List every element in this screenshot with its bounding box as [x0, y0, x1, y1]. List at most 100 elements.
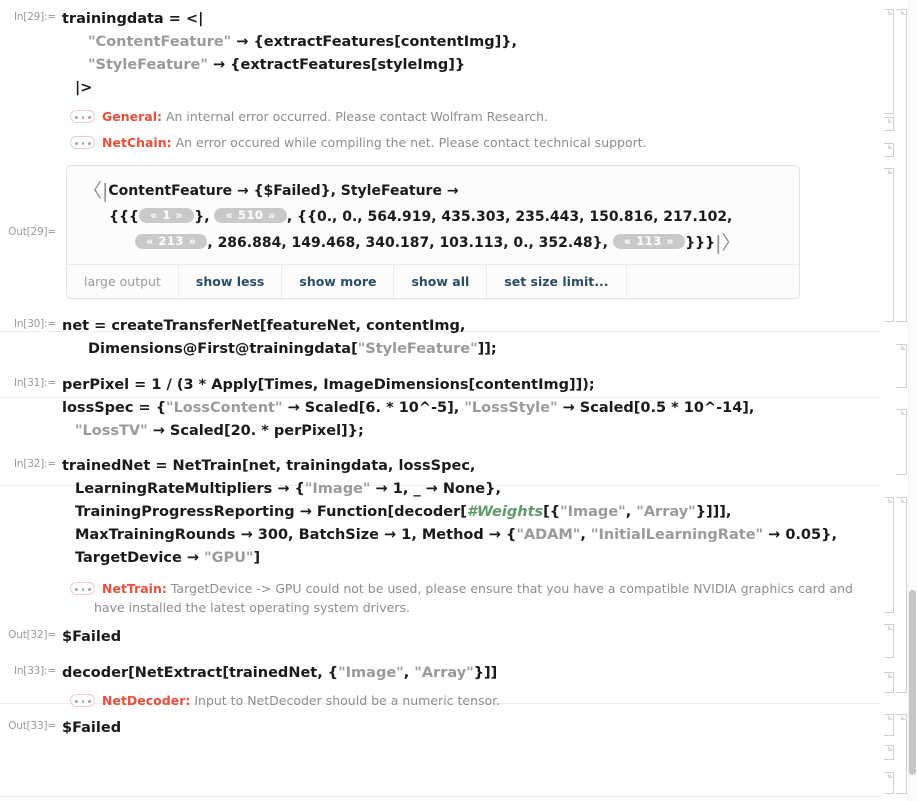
- code-line: net = createTransferNet[featureNet, cont…: [62, 318, 466, 334]
- code-frag: }]]],: [695, 504, 732, 520]
- slot-token: #Weights: [466, 504, 544, 520]
- cell-bracket-out33[interactable]: [884, 772, 894, 794]
- message-text: NetChain: An error occured while compili…: [102, 133, 917, 152]
- cell-bracket-out29[interactable]: [884, 168, 894, 322]
- output-value: $Failed: [62, 629, 122, 645]
- notebook-canvas: In[29]:= trainingdata = <| "ContentFeatu…: [0, 0, 917, 801]
- expr-line-3: « 213 », 286.884, 149.468, 340.187, 103.…: [83, 232, 741, 254]
- vertical-scrollbar[interactable]: [908, 0, 917, 801]
- code-frag: Dimensions@First@trainingdata[: [88, 341, 358, 357]
- code-frag: → Scaled[20. * perPixel]};: [147, 423, 364, 439]
- code-frag: → {extractFeatures[contentImg]},: [231, 34, 518, 50]
- cell-message-nettrain[interactable]: NetTrain: TargetDevice -> GPU could not …: [0, 579, 917, 617]
- message-name: General:: [102, 109, 162, 124]
- expr-frag: , 286.884, 149.468, 340.187, 103.113, 0.…: [207, 235, 613, 251]
- string-literal: "Array": [636, 504, 696, 520]
- cell-in29[interactable]: In[29]:= trainingdata = <| "ContentFeatu…: [0, 8, 917, 100]
- message-detail: Input to NetDecoder should be a numeric …: [194, 693, 501, 708]
- message-row: NetDecoder: Input to NetDecoder should b…: [62, 691, 917, 710]
- string-literal: "LossContent": [166, 400, 283, 416]
- message-dots-icon[interactable]: [70, 694, 95, 707]
- code-frag: [{: [543, 504, 561, 520]
- code-frag: LearningRateMultipliers → {: [75, 481, 305, 497]
- cell-bracket-in31[interactable]: [896, 409, 907, 475]
- cell-message-general[interactable]: General: An internal error occurred. Ple…: [0, 107, 917, 126]
- cell-out33-body[interactable]: $Failed: [62, 717, 917, 740]
- cell-in33-body[interactable]: decoder[NetExtract[trainedNet, {"Image",…: [62, 662, 917, 685]
- code-line: decoder[NetExtract[trainedNet, {"Image",…: [62, 662, 917, 685]
- message-name: NetDecoder:: [102, 693, 191, 708]
- show-less-button[interactable]: show less: [179, 265, 283, 298]
- cell-in33[interactable]: In[33]:= decoder[NetExtract[trainedNet, …: [0, 662, 917, 685]
- cell-message-netdecoder[interactable]: NetDecoder: Input to NetDecoder should b…: [0, 691, 917, 710]
- string-literal: "InitialLearningRate": [590, 527, 764, 543]
- show-more-button[interactable]: show more: [282, 265, 395, 298]
- code-frag: ]];: [477, 341, 497, 357]
- cell-bracket-in30[interactable]: [896, 344, 907, 388]
- cell-in32-body[interactable]: trainedNet = NetTrain[net, trainingdata,…: [62, 455, 917, 570]
- code-frag: → 1, _ → None},: [370, 481, 501, 497]
- cell-label-in29: In[29]:=: [13, 11, 56, 23]
- code-frag: ,: [580, 527, 591, 543]
- cell-bracket-message-nettrain[interactable]: [884, 624, 894, 658]
- show-all-button[interactable]: show all: [394, 265, 488, 298]
- cell-out32[interactable]: Out[32]= $Failed: [0, 626, 917, 649]
- elision-pill[interactable]: « 510 »: [214, 208, 287, 223]
- message-dots-icon[interactable]: [70, 136, 95, 149]
- cell-bracket-out32[interactable]: [884, 672, 894, 693]
- cell-in30[interactable]: In[30]:= net = createTransferNet[feature…: [0, 315, 917, 361]
- code-frag: MaxTrainingRounds → 300, BatchSize → 1, …: [75, 527, 517, 543]
- string-literal: "GPU": [204, 550, 254, 566]
- cell-label-in31: In[31]:=: [13, 377, 56, 389]
- code-frag: decoder[NetExtract[trainedNet, {: [62, 665, 339, 681]
- cell-out29[interactable]: Out[29]= 〈|ContentFeature → {$Failed}, S…: [0, 161, 917, 299]
- cell-label-out29: Out[29]=: [8, 226, 56, 238]
- cell-out29-body[interactable]: 〈|ContentFeature → {$Failed}, StyleFeatu…: [62, 161, 917, 299]
- cell-bracket-group-in29[interactable]: [896, 9, 907, 322]
- code-line: perPixel = 1 / (3 * Apply[Times, ImageDi…: [62, 377, 595, 393]
- scrollbar-thumb[interactable]: [909, 590, 916, 775]
- cell-bracket-message-netchain[interactable]: [884, 143, 894, 157]
- cell-divider: [0, 796, 880, 797]
- cell-in32[interactable]: In[32]:= trainedNet = NetTrain[net, trai…: [0, 455, 917, 570]
- code-line: "StyleFeature" → {extractFeatures[styleI…: [62, 54, 917, 77]
- cell-bracket-message-netdecoder[interactable]: [884, 745, 894, 760]
- code-line: TrainingProgressReporting → Function[dec…: [62, 501, 917, 524]
- message-name: NetTrain:: [102, 581, 167, 596]
- cell-in30-body[interactable]: net = createTransferNet[featureNet, cont…: [62, 315, 917, 361]
- cell-bracket-in32[interactable]: [884, 497, 894, 613]
- code-frag: lossSpec = {: [62, 400, 167, 416]
- string-literal: "Image": [560, 504, 626, 520]
- expr-frag: , {{0., 0., 564.919, 435.303, 235.443, 1…: [286, 209, 733, 225]
- expr-line-1: ContentFeature → {$Failed}, StyleFeature…: [108, 183, 459, 199]
- cell-bracket-group-in33[interactable]: [896, 714, 907, 794]
- cell-in31-body[interactable]: perPixel = 1 / (3 * Apply[Times, ImageDi…: [62, 374, 917, 443]
- message-netchain-body: NetChain: An error occured while compili…: [62, 133, 917, 152]
- cell-in29-body[interactable]: trainingdata = <| "ContentFeature" → {ex…: [62, 8, 917, 100]
- cell-in31[interactable]: In[31]:= perPixel = 1 / (3 * Apply[Times…: [0, 374, 917, 443]
- cell-bracket-message-general[interactable]: [884, 117, 894, 131]
- message-dots-icon[interactable]: [70, 110, 95, 123]
- elision-pill[interactable]: « 1 »: [138, 208, 195, 223]
- elision-pill[interactable]: « 113 »: [612, 234, 686, 249]
- cell-label-in30: In[30]:=: [13, 318, 56, 330]
- set-size-limit-button[interactable]: set size limit...: [487, 265, 627, 298]
- assoc-open-bracket: 〈|: [83, 180, 109, 202]
- expr-frag: },: [194, 209, 215, 225]
- code-line: "ContentFeature" → {extractFeatures[cont…: [62, 31, 917, 54]
- cell-bracket-group-in32[interactable]: [896, 497, 907, 693]
- message-text: General: An internal error occurred. Ple…: [102, 107, 917, 126]
- elision-pill[interactable]: « 213 »: [135, 234, 208, 249]
- cell-bracket-in33[interactable]: [884, 714, 894, 736]
- string-literal: "LossStyle": [464, 400, 558, 416]
- message-row-continuation: have installed the latest operating syst…: [62, 598, 917, 617]
- cell-out33[interactable]: Out[33]= $Failed: [0, 717, 917, 740]
- cell-bracket-in29[interactable]: [884, 9, 894, 114]
- code-line: |>: [75, 80, 93, 96]
- message-general-body: General: An internal error occurred. Ple…: [62, 107, 917, 126]
- cell-message-netchain[interactable]: NetChain: An error occured while compili…: [0, 133, 917, 152]
- string-literal: "StyleFeature": [88, 57, 208, 73]
- message-dots-icon[interactable]: [70, 582, 95, 595]
- message-row: NetTrain: TargetDevice -> GPU could not …: [62, 579, 917, 598]
- cell-out32-body[interactable]: $Failed: [62, 626, 917, 649]
